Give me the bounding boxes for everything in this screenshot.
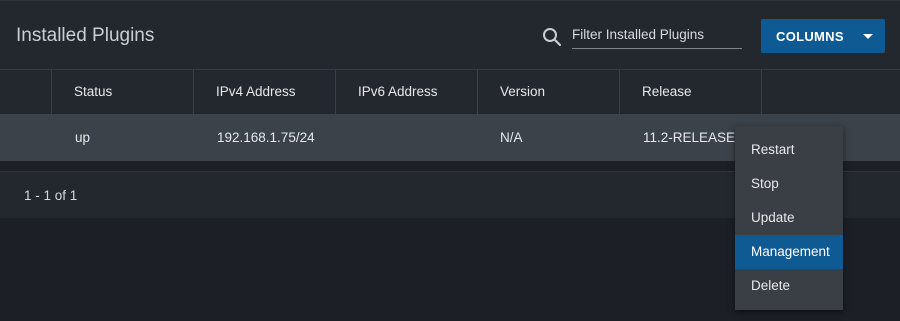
column-header-status[interactable]: Status (51, 70, 193, 115)
column-header-version[interactable]: Version (477, 70, 619, 115)
cell-ipv4: 192.168.1.75/24 (217, 130, 315, 145)
column-header-ipv4[interactable]: IPv4 Address (193, 70, 335, 115)
cell-release: 11.2-RELEASE- (643, 130, 740, 145)
menu-item-stop[interactable]: Stop (735, 167, 843, 201)
search-icon (541, 26, 563, 48)
columns-button-label: COLUMNS (776, 28, 844, 44)
column-header-release[interactable]: Release (619, 70, 761, 115)
plugins-page: Installed Plugins COLUMNS Status IPv4 Ad… (0, 0, 900, 321)
filter-plugins-input[interactable] (572, 25, 742, 49)
cell-version: N/A (500, 130, 523, 145)
menu-item-update[interactable]: Update (735, 201, 843, 235)
table-header: Status IPv4 Address IPv6 Address Version… (0, 69, 900, 115)
menu-item-delete[interactable]: Delete (735, 269, 843, 303)
menu-item-management[interactable]: Management (735, 235, 843, 269)
cell-status: up (75, 130, 91, 145)
column-header-ipv6[interactable]: IPv6 Address (335, 70, 477, 115)
caret-down-icon (863, 34, 873, 39)
page-title: Installed Plugins (16, 25, 155, 46)
pagination-summary: 1 - 1 of 1 (24, 188, 78, 203)
page-header: Installed Plugins COLUMNS (0, 0, 900, 69)
column-header-spacer (761, 70, 900, 115)
plugin-actions-menu: Restart Stop Update Management Delete (735, 126, 843, 310)
menu-item-restart[interactable]: Restart (735, 133, 843, 167)
columns-button[interactable]: COLUMNS (761, 19, 885, 53)
